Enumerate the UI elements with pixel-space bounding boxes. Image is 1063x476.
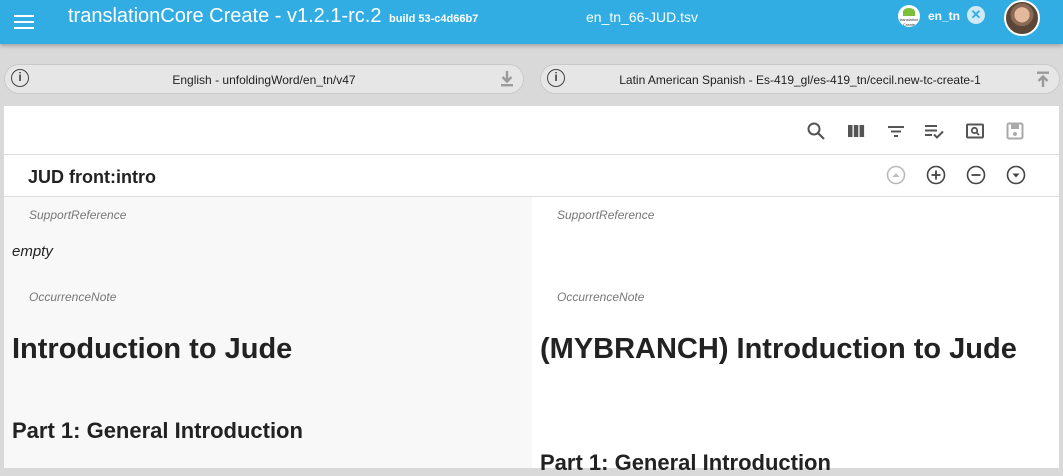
menu-icon[interactable]: [14, 12, 34, 30]
support-reference-label: SupportReference: [29, 208, 127, 222]
leaf-icon: [903, 8, 915, 16]
close-repo-icon[interactable]: ✕: [967, 6, 985, 24]
target-heading-2[interactable]: Part 1: General Introduction: [540, 450, 831, 476]
move-down-icon[interactable]: [1006, 165, 1026, 185]
editor-panel: JUD front:intro SupportReference empty O…: [4, 106, 1059, 475]
info-icon[interactable]: i: [11, 69, 29, 87]
org-logo-text: translation Create: [899, 17, 919, 27]
app-title: translationCore Create - v1.2.1-rc.2 bui…: [68, 5, 478, 28]
filter-icon[interactable]: [886, 121, 906, 141]
source-resource-bar: i English - unfoldingWord/en_tn/v47: [4, 64, 524, 94]
move-up-icon[interactable]: [886, 165, 906, 185]
source-heading-1: Introduction to Jude: [12, 333, 293, 365]
file-name: en_tn_66-JUD.tsv: [586, 9, 699, 25]
support-reference-label[interactable]: SupportReference: [557, 208, 654, 222]
target-resource-bar: i Latin American Spanish - Es-419_gl/es-…: [540, 64, 1060, 94]
table-toolbar: [4, 106, 1059, 155]
source-heading-2: Part 1: General Introduction: [12, 418, 303, 443]
app-bar: translationCore Create - v1.2.1-rc.2 bui…: [0, 0, 1063, 44]
row-header: JUD front:intro: [4, 155, 1059, 197]
app-build: build 53-c4d66b7: [389, 13, 479, 25]
source-column: SupportReference empty OccurrenceNote In…: [4, 197, 532, 468]
upload-icon[interactable]: [1035, 70, 1051, 88]
checklist-icon[interactable]: [924, 121, 944, 141]
organization-logo: translation Create: [898, 5, 920, 27]
source-resource-label: English - unfoldingWord/en_tn/v47: [172, 73, 356, 87]
target-column: SupportReference OccurrenceNote (MYBRANC…: [532, 197, 1059, 475]
app-title-text: translationCore Create - v1.2.1-rc.2: [68, 5, 382, 27]
view-column-icon[interactable]: [846, 121, 866, 141]
download-icon[interactable]: [499, 70, 515, 88]
preview-icon[interactable]: [965, 121, 985, 141]
remove-row-icon[interactable]: [966, 165, 986, 185]
repo-name: en_tn: [928, 9, 961, 23]
add-row-icon[interactable]: [926, 165, 946, 185]
target-resource-label: Latin American Spanish - Es-419_gl/es-41…: [619, 73, 981, 87]
search-icon[interactable]: [806, 121, 826, 141]
row-title: JUD front:intro: [28, 167, 156, 187]
save-icon[interactable]: [1005, 121, 1025, 141]
occurrence-note-label: OccurrenceNote: [557, 290, 645, 304]
occurrence-note-label: OccurrenceNote: [29, 290, 117, 304]
info-icon[interactable]: i: [547, 69, 565, 87]
target-heading-1[interactable]: (MYBRANCH) Introduction to Jude: [540, 328, 1020, 371]
support-reference-value: empty: [12, 243, 53, 260]
avatar[interactable]: [1004, 0, 1040, 36]
